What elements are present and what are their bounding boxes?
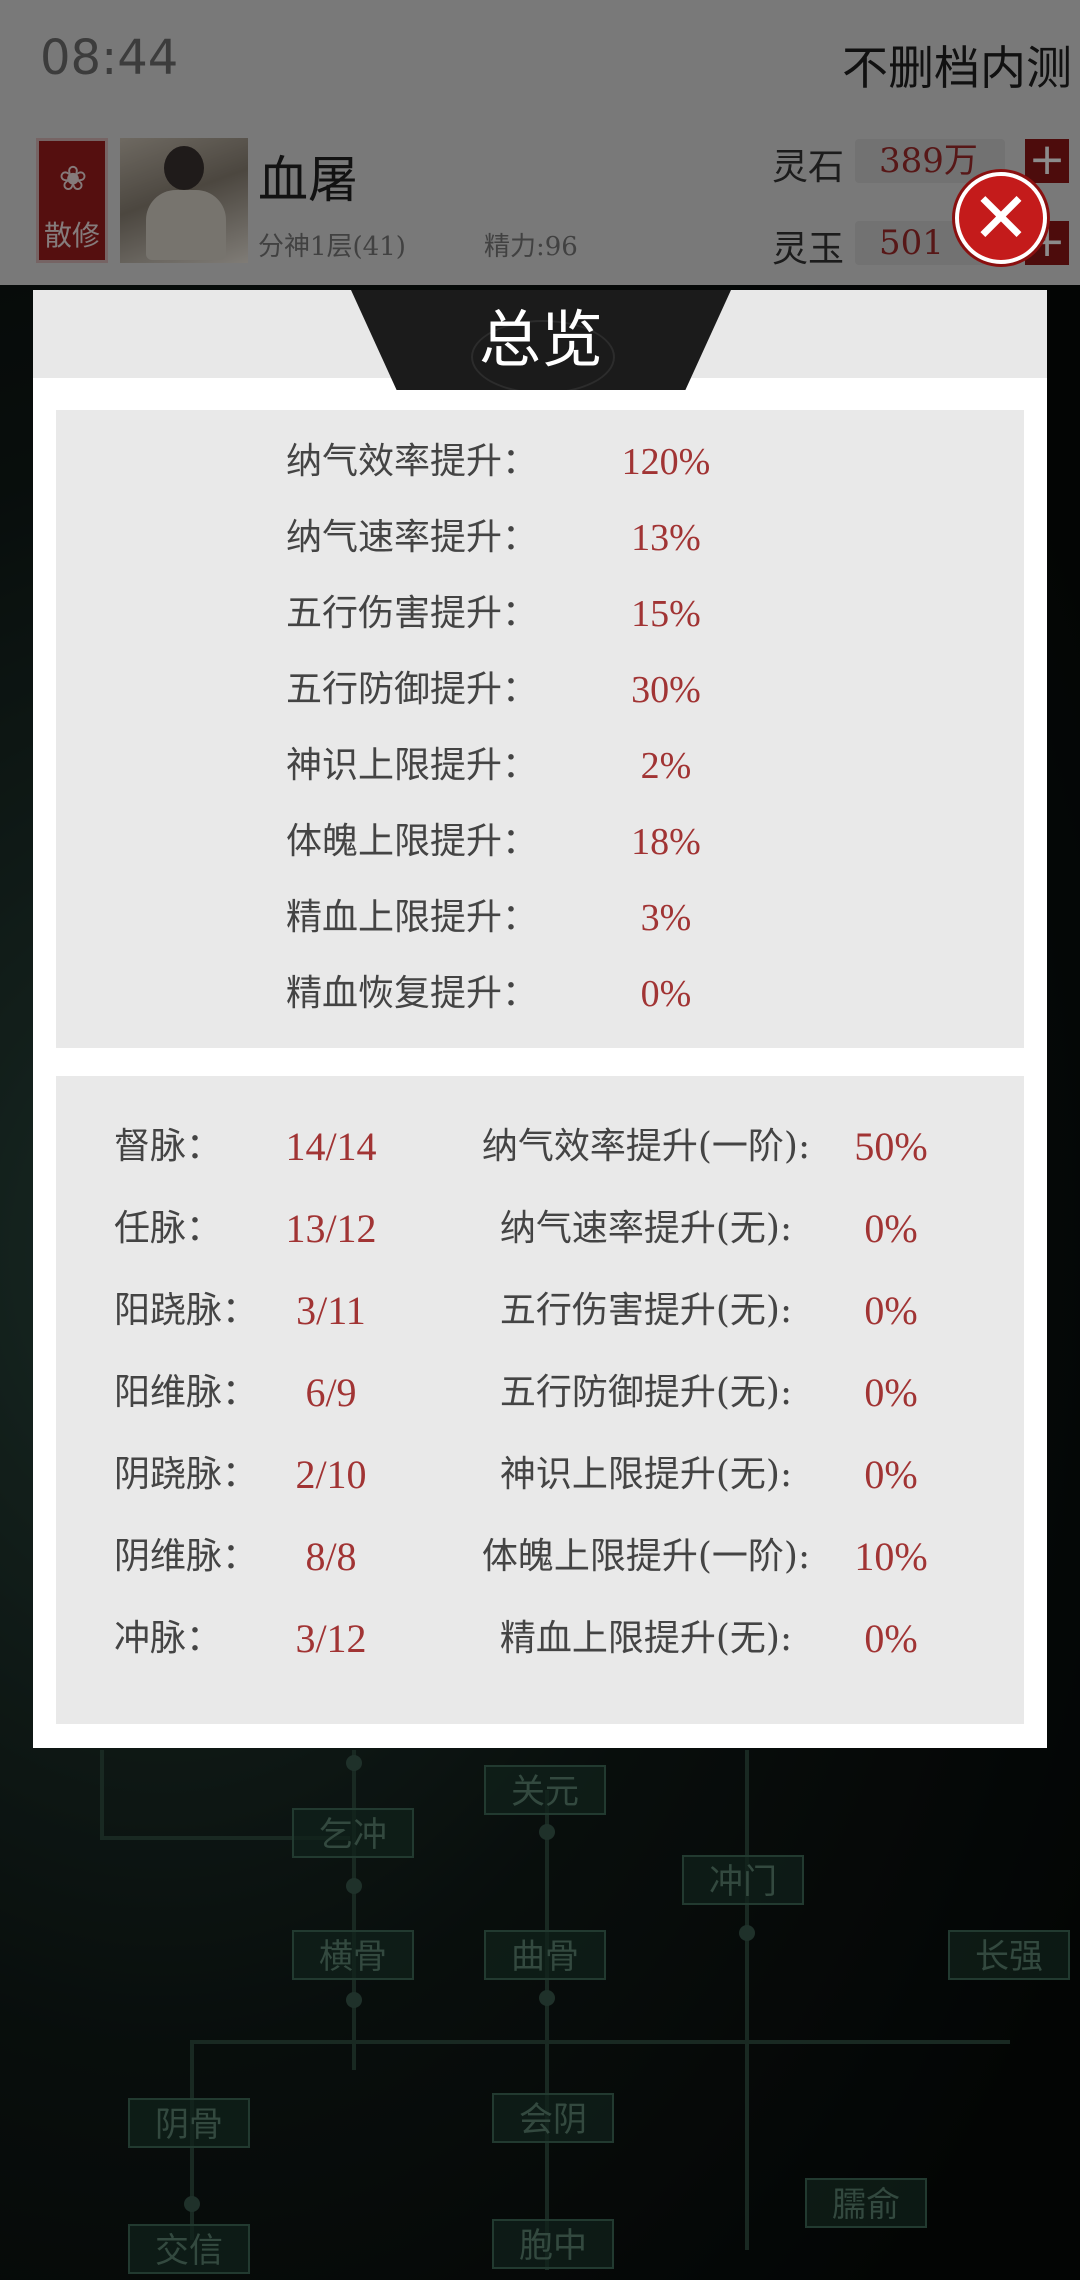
meridian-effect: 五行防御提升(无):	[499, 1372, 793, 1413]
meridian-name: 阴维脉：	[114, 1536, 259, 1577]
meridian-progress: 8/8	[305, 1534, 357, 1579]
stat-label: 精血恢复提升：	[286, 973, 539, 1014]
meridian-effect-value: 0%	[864, 1206, 918, 1251]
overview-dialog: 总览 纳气效率提升： 120% 纳气速率提升： 13% 五行伤害提升： 15% …	[33, 290, 1047, 1748]
stat-label: 五行伤害提升：	[286, 593, 539, 634]
meridian-name: 阳跷脉：	[114, 1290, 259, 1331]
meridian-name: 任脉：	[114, 1208, 223, 1249]
meridian-row: 冲脉： 3/12 精血上限提升(无): 0%	[56, 1598, 1024, 1680]
meridian-effect-value: 0%	[864, 1452, 918, 1497]
meridian-row: 任脉： 13/12 纳气速率提升(无): 0%	[56, 1188, 1024, 1270]
stat-row: 五行防御提升： 30%	[56, 652, 1024, 728]
meridian-row: 督脉： 14/14 纳气效率提升(一阶): 50%	[56, 1106, 1024, 1188]
dialog-title: 总览	[478, 303, 603, 376]
stat-value: 3%	[640, 897, 692, 939]
meridian-effect: 纳气效率提升(一阶):	[481, 1126, 811, 1167]
meridian-effect-value: 0%	[864, 1370, 918, 1415]
stat-row: 纳气速率提升： 13%	[56, 500, 1024, 576]
meridian-effect-value: 0%	[864, 1288, 918, 1333]
meridian-name: 阴跷脉：	[114, 1454, 259, 1495]
stat-value: 30%	[631, 669, 701, 711]
stat-label: 纳气速率提升：	[286, 517, 539, 558]
meridian-progress: 13/12	[285, 1206, 377, 1251]
stat-label: 体魄上限提升：	[286, 821, 539, 862]
meridian-effect-value: 50%	[854, 1124, 928, 1169]
meridian-progress: 3/11	[296, 1288, 366, 1333]
stat-value: 13%	[631, 517, 701, 559]
stat-label: 精血上限提升：	[286, 897, 539, 938]
meridian-progress: 3/12	[295, 1616, 367, 1661]
stat-label: 五行防御提升：	[286, 669, 539, 710]
meridian-row: 阳维脉： 6/9 五行防御提升(无): 0%	[56, 1352, 1024, 1434]
stat-value: 15%	[631, 593, 701, 635]
meridian-effect: 精血上限提升(无):	[499, 1618, 793, 1659]
stat-value: 0%	[640, 973, 692, 1015]
meridian-effect: 纳气速率提升(无):	[499, 1208, 793, 1249]
stat-row: 神识上限提升： 2%	[56, 728, 1024, 804]
stat-value: 18%	[631, 821, 701, 863]
stat-value: 120%	[621, 441, 711, 483]
meridian-row: 阳跷脉： 3/11 五行伤害提升(无): 0%	[56, 1270, 1024, 1352]
meridian-row: 阴维脉： 8/8 体魄上限提升(一阶): 10%	[56, 1516, 1024, 1598]
meridian-name: 督脉：	[114, 1126, 223, 1167]
close-button[interactable]: ✕	[955, 172, 1047, 264]
stat-value: 2%	[640, 745, 692, 787]
stat-row: 五行伤害提升： 15%	[56, 576, 1024, 652]
meridian-name: 冲脉：	[114, 1618, 223, 1659]
meridian-progress: 2/10	[295, 1452, 367, 1497]
meridian-name: 阳维脉：	[114, 1372, 259, 1413]
meridian-effect: 神识上限提升(无):	[499, 1454, 793, 1495]
meridian-effect-value: 0%	[864, 1616, 918, 1661]
meridian-effect: 五行伤害提升(无):	[499, 1290, 793, 1331]
meridian-effect: 体魄上限提升(一阶):	[481, 1536, 811, 1577]
stat-row: 纳气效率提升： 120%	[56, 424, 1024, 500]
meridians-panel: 督脉： 14/14 纳气效率提升(一阶): 50% 任脉： 13/12 纳气速率…	[56, 1076, 1024, 1724]
stats-summary-panel: 纳气效率提升： 120% 纳气速率提升： 13% 五行伤害提升： 15% 五行防…	[56, 410, 1024, 1048]
close-icon: ✕	[971, 177, 1031, 259]
meridian-progress: 14/14	[285, 1124, 377, 1169]
stat-row: 精血恢复提升： 0%	[56, 956, 1024, 1032]
stat-row: 体魄上限提升： 18%	[56, 804, 1024, 880]
meridian-progress: 6/9	[305, 1370, 357, 1415]
stat-label: 纳气效率提升：	[286, 441, 539, 482]
meridian-effect-value: 10%	[854, 1534, 928, 1579]
stat-row: 精血上限提升： 3%	[56, 880, 1024, 956]
stat-label: 神识上限提升：	[286, 745, 539, 786]
meridian-row: 阴跷脉： 2/10 神识上限提升(无): 0%	[56, 1434, 1024, 1516]
